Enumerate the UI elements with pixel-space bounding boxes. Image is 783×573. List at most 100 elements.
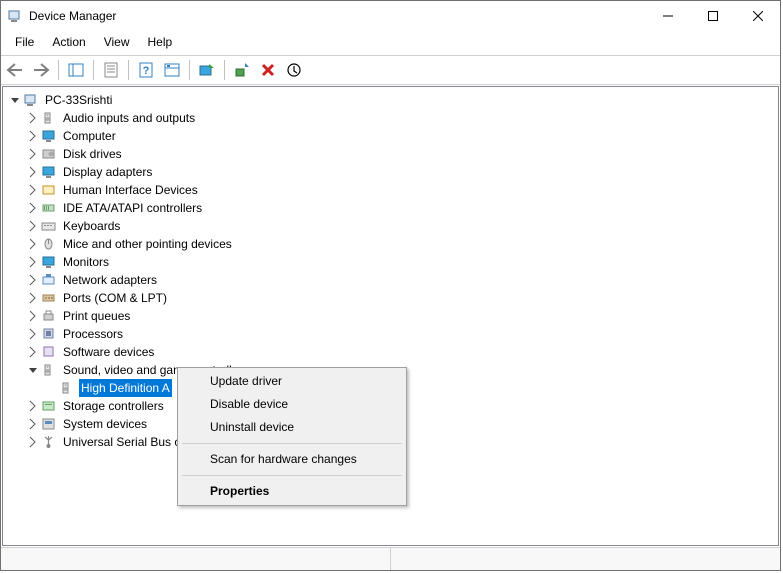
tree-node-label: Display adapters	[61, 163, 154, 181]
toolbar-separator	[58, 60, 59, 80]
tree-node-label: Disk drives	[61, 145, 124, 163]
toolbar-update-driver-icon[interactable]	[230, 58, 254, 82]
app-icon	[7, 8, 23, 24]
context-disable-device[interactable]: Disable device	[180, 393, 404, 416]
window-title: Device Manager	[29, 9, 645, 23]
tree-node-ports[interactable]: Ports (COM & LPT)	[7, 289, 778, 307]
keyboard-icon	[41, 218, 57, 234]
toolbar-forward-icon[interactable]	[29, 58, 53, 82]
tree-node-printq[interactable]: Print queues	[7, 307, 778, 325]
monitor-icon	[41, 128, 57, 144]
svg-text:?: ?	[143, 65, 150, 77]
tree-node-label: Computer	[61, 127, 118, 145]
tree-node-mice[interactable]: Mice and other pointing devices	[7, 235, 778, 253]
tree-node-network[interactable]: Network adapters	[7, 271, 778, 289]
chevron-right-icon[interactable]	[25, 110, 41, 126]
printer-icon	[41, 308, 57, 324]
toolbar-scan-hardware-icon[interactable]	[195, 58, 219, 82]
chevron-right-icon[interactable]	[25, 326, 41, 342]
chevron-right-icon[interactable]	[25, 272, 41, 288]
toolbar: ?	[1, 55, 780, 85]
chevron-right-icon[interactable]	[25, 308, 41, 324]
context-menu: Update driver Disable device Uninstall d…	[177, 367, 407, 506]
chevron-right-icon[interactable]	[25, 146, 41, 162]
tree-node-label: Audio inputs and outputs	[61, 109, 197, 127]
chevron-right-icon[interactable]	[25, 254, 41, 270]
tree-node-label: Processors	[61, 325, 125, 343]
tree-node-label: Print queues	[61, 307, 132, 325]
close-button[interactable]	[735, 2, 780, 31]
minimize-button[interactable]	[645, 2, 690, 31]
tree-node-keyboards[interactable]: Keyboards	[7, 217, 778, 235]
toolbar-show-hide-tree-icon[interactable]	[64, 58, 88, 82]
tree-node-label: System devices	[61, 415, 149, 433]
chevron-right-icon[interactable]	[25, 164, 41, 180]
chevron-right-icon[interactable]	[25, 200, 41, 216]
ide-icon	[41, 200, 57, 216]
tree-node-disk[interactable]: Disk drives	[7, 145, 778, 163]
toolbar-separator	[93, 60, 94, 80]
context-update-driver[interactable]: Update driver	[180, 370, 404, 393]
tree-node-label: Network adapters	[61, 271, 159, 289]
tree-node-label: Ports (COM & LPT)	[61, 289, 169, 307]
tree-panel[interactable]: PC-33SrishtiAudio inputs and outputsComp…	[2, 86, 779, 546]
menu-help[interactable]: Help	[140, 33, 181, 51]
tree-node-computer[interactable]: Computer	[7, 127, 778, 145]
chevron-right-icon[interactable]	[25, 236, 41, 252]
storage-icon	[41, 398, 57, 414]
tree-node-root[interactable]: PC-33Srishti	[7, 91, 778, 109]
tree-node-label: High Definition A	[79, 379, 172, 397]
speaker-icon	[41, 362, 57, 378]
monitor-icon	[41, 164, 57, 180]
tree-node-hid[interactable]: Human Interface Devices	[7, 181, 778, 199]
chevron-right-icon[interactable]	[25, 398, 41, 414]
speaker-icon	[41, 110, 57, 126]
expander-blank	[43, 380, 59, 396]
network-icon	[41, 272, 57, 288]
menu-view[interactable]: View	[96, 33, 138, 51]
titlebar: Device Manager	[1, 1, 780, 31]
menubar: File Action View Help	[1, 31, 780, 55]
tree-node-monitors[interactable]: Monitors	[7, 253, 778, 271]
disk-icon	[41, 146, 57, 162]
toolbar-disable-icon[interactable]	[282, 58, 306, 82]
chevron-right-icon[interactable]	[25, 218, 41, 234]
context-uninstall-device[interactable]: Uninstall device	[180, 416, 404, 439]
tree-node-proc[interactable]: Processors	[7, 325, 778, 343]
context-separator	[182, 443, 402, 444]
window-controls	[645, 2, 780, 31]
tree-node-audio[interactable]: Audio inputs and outputs	[7, 109, 778, 127]
tree-node-ide[interactable]: IDE ATA/ATAPI controllers	[7, 199, 778, 217]
chevron-right-icon[interactable]	[25, 434, 41, 450]
tree-node-softdev[interactable]: Software devices	[7, 343, 778, 361]
toolbar-uninstall-icon[interactable]	[256, 58, 280, 82]
chevron-right-icon[interactable]	[25, 182, 41, 198]
tree-node-label: Universal Serial Bus c	[61, 433, 182, 451]
context-scan-hardware[interactable]: Scan for hardware changes	[180, 448, 404, 471]
hid-icon	[41, 182, 57, 198]
tree-node-display[interactable]: Display adapters	[7, 163, 778, 181]
mouse-icon	[41, 236, 57, 252]
chevron-right-icon[interactable]	[25, 290, 41, 306]
chevron-right-icon[interactable]	[25, 344, 41, 360]
statusbar-cell	[391, 548, 780, 570]
maximize-button[interactable]	[690, 2, 735, 31]
toolbar-separator	[224, 60, 225, 80]
toolbar-back-icon[interactable]	[3, 58, 27, 82]
menu-action[interactable]: Action	[44, 33, 93, 51]
cpu-icon	[41, 326, 57, 342]
chevron-right-icon[interactable]	[25, 416, 41, 432]
chevron-right-icon[interactable]	[25, 128, 41, 144]
tree-node-label: Monitors	[61, 253, 111, 271]
menu-file[interactable]: File	[7, 33, 42, 51]
tree-node-label: Software devices	[61, 343, 156, 361]
statusbar	[1, 547, 780, 570]
toolbar-separator	[128, 60, 129, 80]
chevron-down-icon[interactable]	[25, 362, 41, 378]
chevron-down-icon[interactable]	[7, 92, 23, 108]
monitor-icon	[41, 254, 57, 270]
toolbar-action-icon[interactable]	[160, 58, 184, 82]
toolbar-properties-icon[interactable]	[99, 58, 123, 82]
context-properties[interactable]: Properties	[180, 480, 404, 503]
toolbar-help-icon[interactable]: ?	[134, 58, 158, 82]
